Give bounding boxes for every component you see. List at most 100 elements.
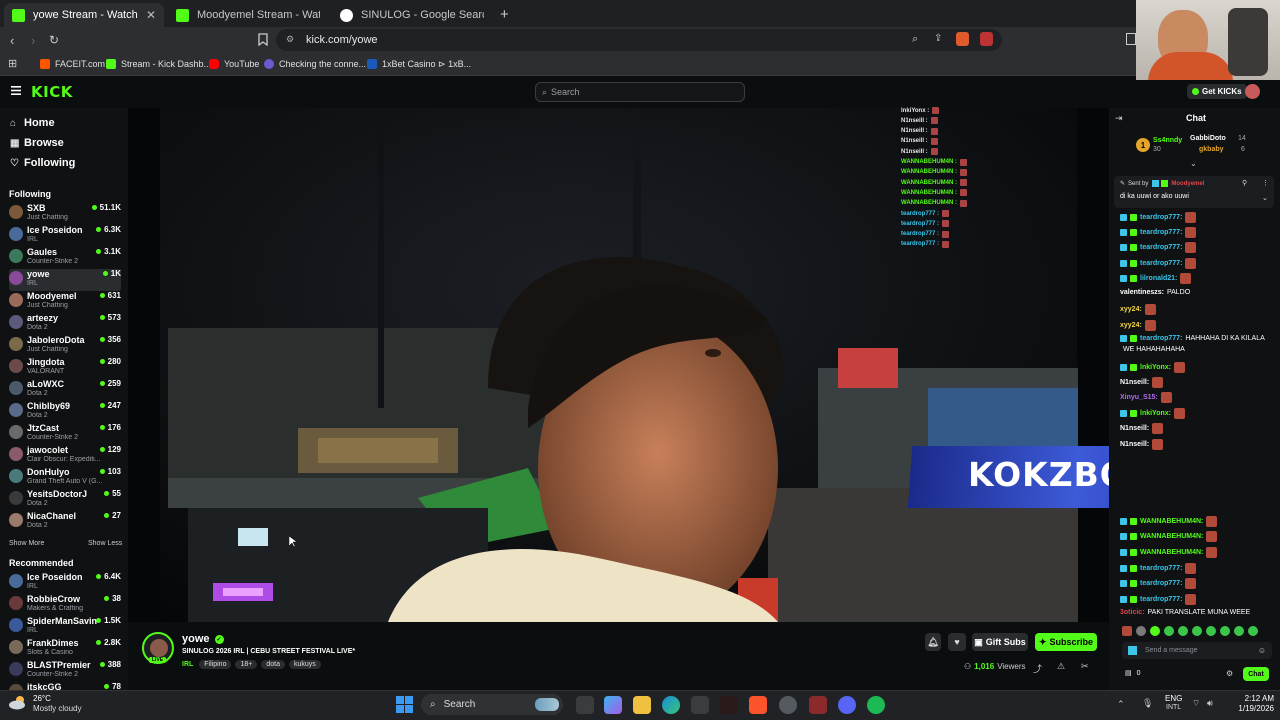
chat-username[interactable]: teardrop777: <box>1140 335 1182 342</box>
emote-icon[interactable] <box>1178 626 1188 636</box>
show-less-button[interactable]: Show Less <box>88 540 122 547</box>
channel-row[interactable]: Chiblby69 Dota 2 247 <box>9 401 121 423</box>
weather-text[interactable]: Mostly cloudy <box>33 704 81 713</box>
weather-temp[interactable]: 26°C <box>33 694 51 703</box>
kicks-balance[interactable]: ▤ 0 <box>1125 669 1141 678</box>
bookmark-page-icon[interactable] <box>258 33 268 46</box>
store-icon[interactable] <box>691 696 709 714</box>
send-chat-button[interactable]: Chat <box>1243 667 1269 681</box>
show-more-button[interactable]: Show More <box>9 540 44 547</box>
tag-chip[interactable]: 18+ <box>235 660 258 669</box>
spotify-icon[interactable] <box>867 696 885 714</box>
bookmark-kick-dashboard[interactable]: Stream - Kick Dashb... <box>106 57 211 71</box>
menu-icon[interactable] <box>11 86 21 95</box>
chat-message[interactable]: teardrop777: <box>1120 258 1197 269</box>
chat-message[interactable]: N1nseill: <box>1120 439 1164 450</box>
chat-username[interactable]: valentineszs: <box>1120 289 1164 296</box>
chat-message[interactable]: xyy24: <box>1120 304 1156 315</box>
user-avatar[interactable] <box>1245 84 1260 99</box>
notification-bell-button[interactable]: 🔔︎ <box>925 633 941 651</box>
chat-username[interactable]: WANNABEHUM4N: <box>1140 533 1203 540</box>
clock-time[interactable]: 2:12 AM <box>1236 694 1274 703</box>
chat-username[interactable]: lnkiYonx: <box>1140 364 1171 371</box>
copilot-icon[interactable] <box>604 696 622 714</box>
chat-username[interactable]: teardrop777: <box>1140 214 1182 221</box>
chat-message[interactable]: xyy24: <box>1120 320 1156 331</box>
channel-row[interactable]: NicaChanel Dota 2 27 <box>9 511 121 533</box>
stream-category[interactable]: IRL <box>182 661 193 668</box>
chat-username[interactable]: N1nseill: <box>1120 379 1149 386</box>
network-icon[interactable]: ⌔ <box>1192 698 1200 709</box>
more-options-icon[interactable]: ⋮ <box>1262 179 1269 187</box>
pinned-message[interactable]: ✎ Sent by Moodyemel di ka uuwi or ako uu… <box>1114 176 1274 208</box>
chat-username[interactable]: teardrop777: <box>1140 244 1182 251</box>
chat-message[interactable]: WANNABEHUM4N: <box>1120 516 1218 527</box>
channel-row[interactable]: FrankDimes Slots & Casino 2.8K <box>9 638 121 660</box>
tag-chip[interactable]: Filipino <box>199 660 232 669</box>
share-icon[interactable]: ⇪ <box>934 33 942 44</box>
clock-date[interactable]: 1/19/2026 <box>1230 704 1274 713</box>
reload-icon[interactable]: ↻ <box>49 33 59 47</box>
channel-row[interactable]: SXB Just Chatting 51.1K <box>9 203 121 225</box>
emote-icon[interactable] <box>1122 626 1132 636</box>
emote-icon[interactable] <box>1206 626 1216 636</box>
brave-icon[interactable] <box>749 696 767 714</box>
leader-name[interactable]: Ss4nndy <box>1153 137 1182 144</box>
brave-shield-icon[interactable] <box>956 32 969 46</box>
weather-icon[interactable] <box>8 695 28 711</box>
chat-message[interactable]: teardrop777: <box>1120 563 1197 574</box>
tray-expand-icon[interactable]: ⌃ <box>1117 699 1125 710</box>
chat-username[interactable]: lnkiYonx: <box>1140 410 1171 417</box>
chat-username[interactable]: WANNABEHUM4N: <box>1140 549 1203 556</box>
channel-row[interactable]: Ice Poseidon IRL 6.4K <box>9 572 121 594</box>
chat-message[interactable]: valentineszs: PALDO <box>1120 289 1190 296</box>
chat-username[interactable]: teardrop777: <box>1140 565 1182 572</box>
brave-rewards-icon[interactable] <box>980 32 993 46</box>
gift-subs-button[interactable]: ▣ Gift Subs <box>972 633 1028 651</box>
app-icon[interactable] <box>809 696 827 714</box>
chat-message[interactable]: teardrop777: <box>1120 212 1197 223</box>
channel-row[interactable]: BLASTPremier Counter-Strike 2 388 <box>9 660 121 682</box>
apps-grid-icon[interactable]: ⊞ <box>8 57 17 70</box>
chat-message[interactable]: lnkiYonx: <box>1120 362 1185 373</box>
bookmark-1xbet[interactable]: 1xBet Casino ⊳ 1xB... <box>367 57 471 71</box>
channel-row[interactable]: YesitsDoctorJ Dota 2 55 <box>9 489 121 511</box>
task-view-icon[interactable] <box>576 696 594 714</box>
windows-start-icon[interactable] <box>396 696 413 713</box>
chat-message[interactable]: WANNABEHUM4N: <box>1120 531 1218 542</box>
chat-message[interactable]: teardrop777: <box>1120 578 1197 589</box>
tag-chip[interactable]: dota <box>261 660 285 669</box>
chat-username[interactable]: teardrop777: <box>1140 260 1182 267</box>
channel-row[interactable]: Ice Poseidon IRL 6.3K <box>9 225 121 247</box>
chat-username[interactable]: teardrop777: <box>1140 596 1182 603</box>
collapse-chat-icon[interactable]: ⇥ <box>1115 113 1123 124</box>
chat-message[interactable]: lnkiYonx: <box>1120 408 1185 419</box>
get-kicks-button[interactable]: Get KICKs <box>1187 84 1247 99</box>
leader-name[interactable]: gkbaby <box>1199 146 1224 153</box>
chat-message[interactable]: teardrop777: <box>1120 242 1197 253</box>
channel-row[interactable]: SpiderManSaving...IRL 1.5K <box>9 616 121 638</box>
emote-icon[interactable] <box>1150 626 1160 636</box>
chat-message[interactable]: lilronald21: <box>1120 273 1192 284</box>
share-icon[interactable]: ⤴ <box>1033 662 1042 675</box>
subscribe-button[interactable]: ✦ Subscribe <box>1035 633 1097 651</box>
microphone-icon[interactable]: 🎙︎ <box>1142 698 1153 709</box>
chat-message[interactable]: teardrop777: <box>1120 227 1197 238</box>
channel-row[interactable]: JaboleroDota Just Chatting 356 <box>9 335 121 357</box>
chat-username[interactable]: teardrop777: <box>1140 229 1182 236</box>
forward-icon[interactable]: › <box>31 33 35 48</box>
file-explorer-icon[interactable] <box>633 696 651 714</box>
emoji-icon[interactable]: ☺ <box>1258 646 1266 655</box>
chat-username[interactable]: lilronald21: <box>1140 275 1177 282</box>
chat-message[interactable]: N1nseill: <box>1120 377 1164 388</box>
chat-message[interactable]: WE HAHAHAHAHA <box>1120 346 1185 353</box>
new-tab-icon[interactable]: + <box>500 6 509 23</box>
tab-yowe[interactable]: yowe Stream - Watch Live on ✕ <box>4 3 164 27</box>
bookmark-faceit[interactable]: FACEIT.com <box>40 57 105 71</box>
address-bar[interactable]: ⚙ kick.com/yowe ⌕ ⇪ <box>276 29 1002 51</box>
channel-row[interactable]: Moodyemel Just Chatting 631 <box>9 291 121 313</box>
channel-row[interactable]: aLoWXC Dota 2 259 <box>9 379 121 401</box>
language-indicator[interactable]: ENG <box>1165 694 1182 703</box>
app-icon[interactable] <box>779 696 797 714</box>
tab-google[interactable]: SINULOG - Google Search <box>332 3 492 27</box>
